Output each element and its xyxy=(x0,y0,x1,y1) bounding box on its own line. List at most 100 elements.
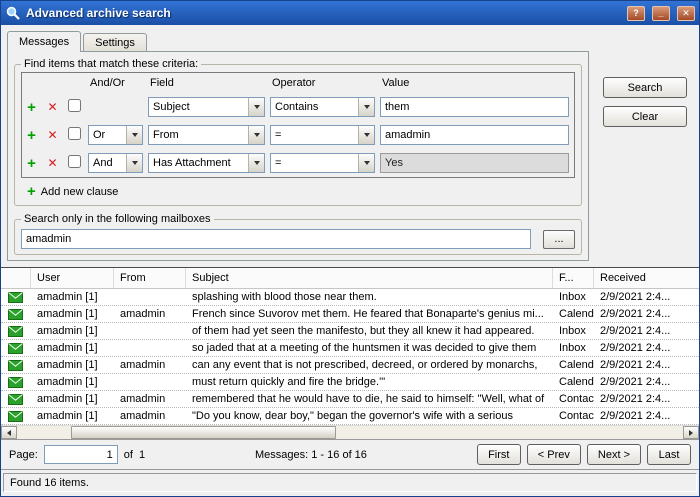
page-of-label: of 1 xyxy=(124,449,145,461)
cell-subject: splashing with blood those near them. xyxy=(186,291,553,303)
chevron-down-icon xyxy=(248,98,264,116)
operator-dropdown[interactable]: = xyxy=(270,153,375,173)
col-header-subject[interactable]: Subject xyxy=(186,268,553,288)
chevron-down-icon xyxy=(358,126,374,144)
add-row-icon[interactable]: + xyxy=(22,99,41,116)
cell-folder: Calendar xyxy=(553,376,594,388)
page-number-input[interactable] xyxy=(44,445,118,464)
add-new-clause-link[interactable]: + Add new clause xyxy=(27,183,575,200)
messages-count-label: Messages: 1 - 16 of 16 xyxy=(151,449,471,461)
page-label: Page: xyxy=(9,449,38,461)
field-dropdown[interactable]: From xyxy=(148,125,265,145)
status-bar: Found 16 items. xyxy=(1,469,699,496)
scrollbar-thumb[interactable] xyxy=(71,426,336,439)
cell-subject: "Do you know, dear boy," began the gover… xyxy=(186,410,553,422)
criteria-row: + ✕ Subject Contains xyxy=(22,93,574,121)
chevron-down-icon xyxy=(126,154,142,172)
add-row-icon[interactable]: + xyxy=(22,127,41,144)
last-page-button[interactable]: Last xyxy=(647,444,691,465)
minimize-button[interactable]: _ xyxy=(652,6,670,21)
col-header-folder[interactable]: F... xyxy=(553,268,594,288)
remove-row-icon[interactable]: ✕ xyxy=(46,128,59,142)
value-input-disabled xyxy=(380,153,569,173)
help-button[interactable]: ? xyxy=(627,6,645,21)
field-dropdown[interactable]: Has Attachment xyxy=(148,153,265,173)
clear-button[interactable]: Clear xyxy=(603,106,687,127)
table-row[interactable]: amadmin [1] so jaded that at a meeting o… xyxy=(1,340,699,357)
col-header-received[interactable]: Received xyxy=(594,268,699,288)
pager-bar: Page: of 1 Messages: 1 - 16 of 16 First … xyxy=(1,439,699,469)
horizontal-scrollbar[interactable] xyxy=(1,425,699,439)
tab-settings[interactable]: Settings xyxy=(83,33,147,51)
close-button[interactable]: ✕ xyxy=(677,6,695,21)
scrollbar-track[interactable] xyxy=(17,426,683,439)
andor-dropdown[interactable]: And xyxy=(88,153,143,173)
chevron-down-icon xyxy=(358,154,374,172)
first-page-button[interactable]: First xyxy=(477,444,521,465)
value-input[interactable] xyxy=(380,125,569,145)
col-header-user[interactable]: User xyxy=(31,268,114,288)
col-header-andor: And/Or xyxy=(88,77,148,89)
cell-subject: French since Suvorov met them. He feared… xyxy=(186,308,553,320)
mail-icon xyxy=(1,360,31,371)
results-header-row: User From Subject F... Received xyxy=(1,268,699,289)
mail-icon xyxy=(1,292,31,303)
cell-received: 2/9/2021 2:4... xyxy=(594,342,699,354)
cell-user: amadmin [1] xyxy=(31,325,114,337)
col-header-value: Value xyxy=(380,77,574,89)
table-row[interactable]: amadmin [1] amadmin French since Suvorov… xyxy=(1,306,699,323)
operator-dropdown[interactable]: Contains xyxy=(270,97,375,117)
tab-strip: Messages Settings xyxy=(7,30,699,51)
mailboxes-groupbox: Search only in the following mailboxes .… xyxy=(14,213,582,255)
table-row[interactable]: amadmin [1] of them had yet seen the man… xyxy=(1,323,699,340)
table-row[interactable]: amadmin [1] must return quickly and fire… xyxy=(1,374,699,391)
table-row[interactable]: amadmin [1] amadmin "Do you know, dear b… xyxy=(1,408,699,425)
cell-folder: Inbox xyxy=(553,291,594,303)
row-checkbox[interactable] xyxy=(68,99,81,112)
mail-icon xyxy=(1,377,31,388)
mail-icon xyxy=(1,326,31,337)
col-header-from[interactable]: From xyxy=(114,268,186,288)
browse-mailboxes-button[interactable]: ... xyxy=(543,230,575,249)
table-row[interactable]: amadmin [1] amadmin remembered that he w… xyxy=(1,391,699,408)
cell-subject: remembered that he would have to die, he… xyxy=(186,393,553,405)
add-row-icon[interactable]: + xyxy=(22,155,41,172)
mail-icon xyxy=(1,309,31,320)
scroll-left-button[interactable] xyxy=(1,426,17,439)
cell-received: 2/9/2021 2:4... xyxy=(594,291,699,303)
mailboxes-input[interactable] xyxy=(21,229,531,249)
mail-icon xyxy=(1,343,31,354)
field-dropdown[interactable]: Subject xyxy=(148,97,265,117)
chevron-down-icon xyxy=(126,126,142,144)
criteria-legend: Find items that match these criteria: xyxy=(21,58,201,70)
next-page-button[interactable]: Next > xyxy=(587,444,641,465)
cell-subject: must return quickly and fire the bridge.… xyxy=(186,376,553,388)
titlebar[interactable]: Advanced archive search ? _ ✕ xyxy=(1,1,699,25)
value-input[interactable] xyxy=(380,97,569,117)
prev-page-button[interactable]: < Prev xyxy=(527,444,581,465)
search-button[interactable]: Search xyxy=(603,77,687,98)
cell-folder: Inbox xyxy=(553,325,594,337)
criteria-header-row: And/Or Field Operator Value xyxy=(22,73,574,93)
window-title: Advanced archive search xyxy=(26,6,620,20)
row-checkbox[interactable] xyxy=(68,155,81,168)
scroll-right-button[interactable] xyxy=(683,426,699,439)
table-row[interactable]: amadmin [1] splashing with blood those n… xyxy=(1,289,699,306)
mailboxes-legend: Search only in the following mailboxes xyxy=(21,213,214,225)
cell-received: 2/9/2021 2:4... xyxy=(594,308,699,320)
add-new-clause-label: Add new clause xyxy=(41,186,119,198)
status-text: Found 16 items. xyxy=(3,473,697,492)
messages-tab-panel: Find items that match these criteria: An… xyxy=(7,51,589,261)
andor-dropdown[interactable]: Or xyxy=(88,125,143,145)
cell-folder: Calendar xyxy=(553,308,594,320)
advanced-archive-search-window: Advanced archive search ? _ ✕ Messages S… xyxy=(0,0,700,497)
cell-user: amadmin [1] xyxy=(31,376,114,388)
remove-row-icon[interactable]: ✕ xyxy=(46,100,59,114)
remove-row-icon[interactable]: ✕ xyxy=(46,156,59,170)
row-checkbox[interactable] xyxy=(68,127,81,140)
tab-messages[interactable]: Messages xyxy=(7,31,81,52)
cell-from: amadmin xyxy=(114,359,186,371)
operator-dropdown[interactable]: = xyxy=(270,125,375,145)
plus-icon: + xyxy=(27,183,36,200)
table-row[interactable]: amadmin [1] amadmin can any event that i… xyxy=(1,357,699,374)
